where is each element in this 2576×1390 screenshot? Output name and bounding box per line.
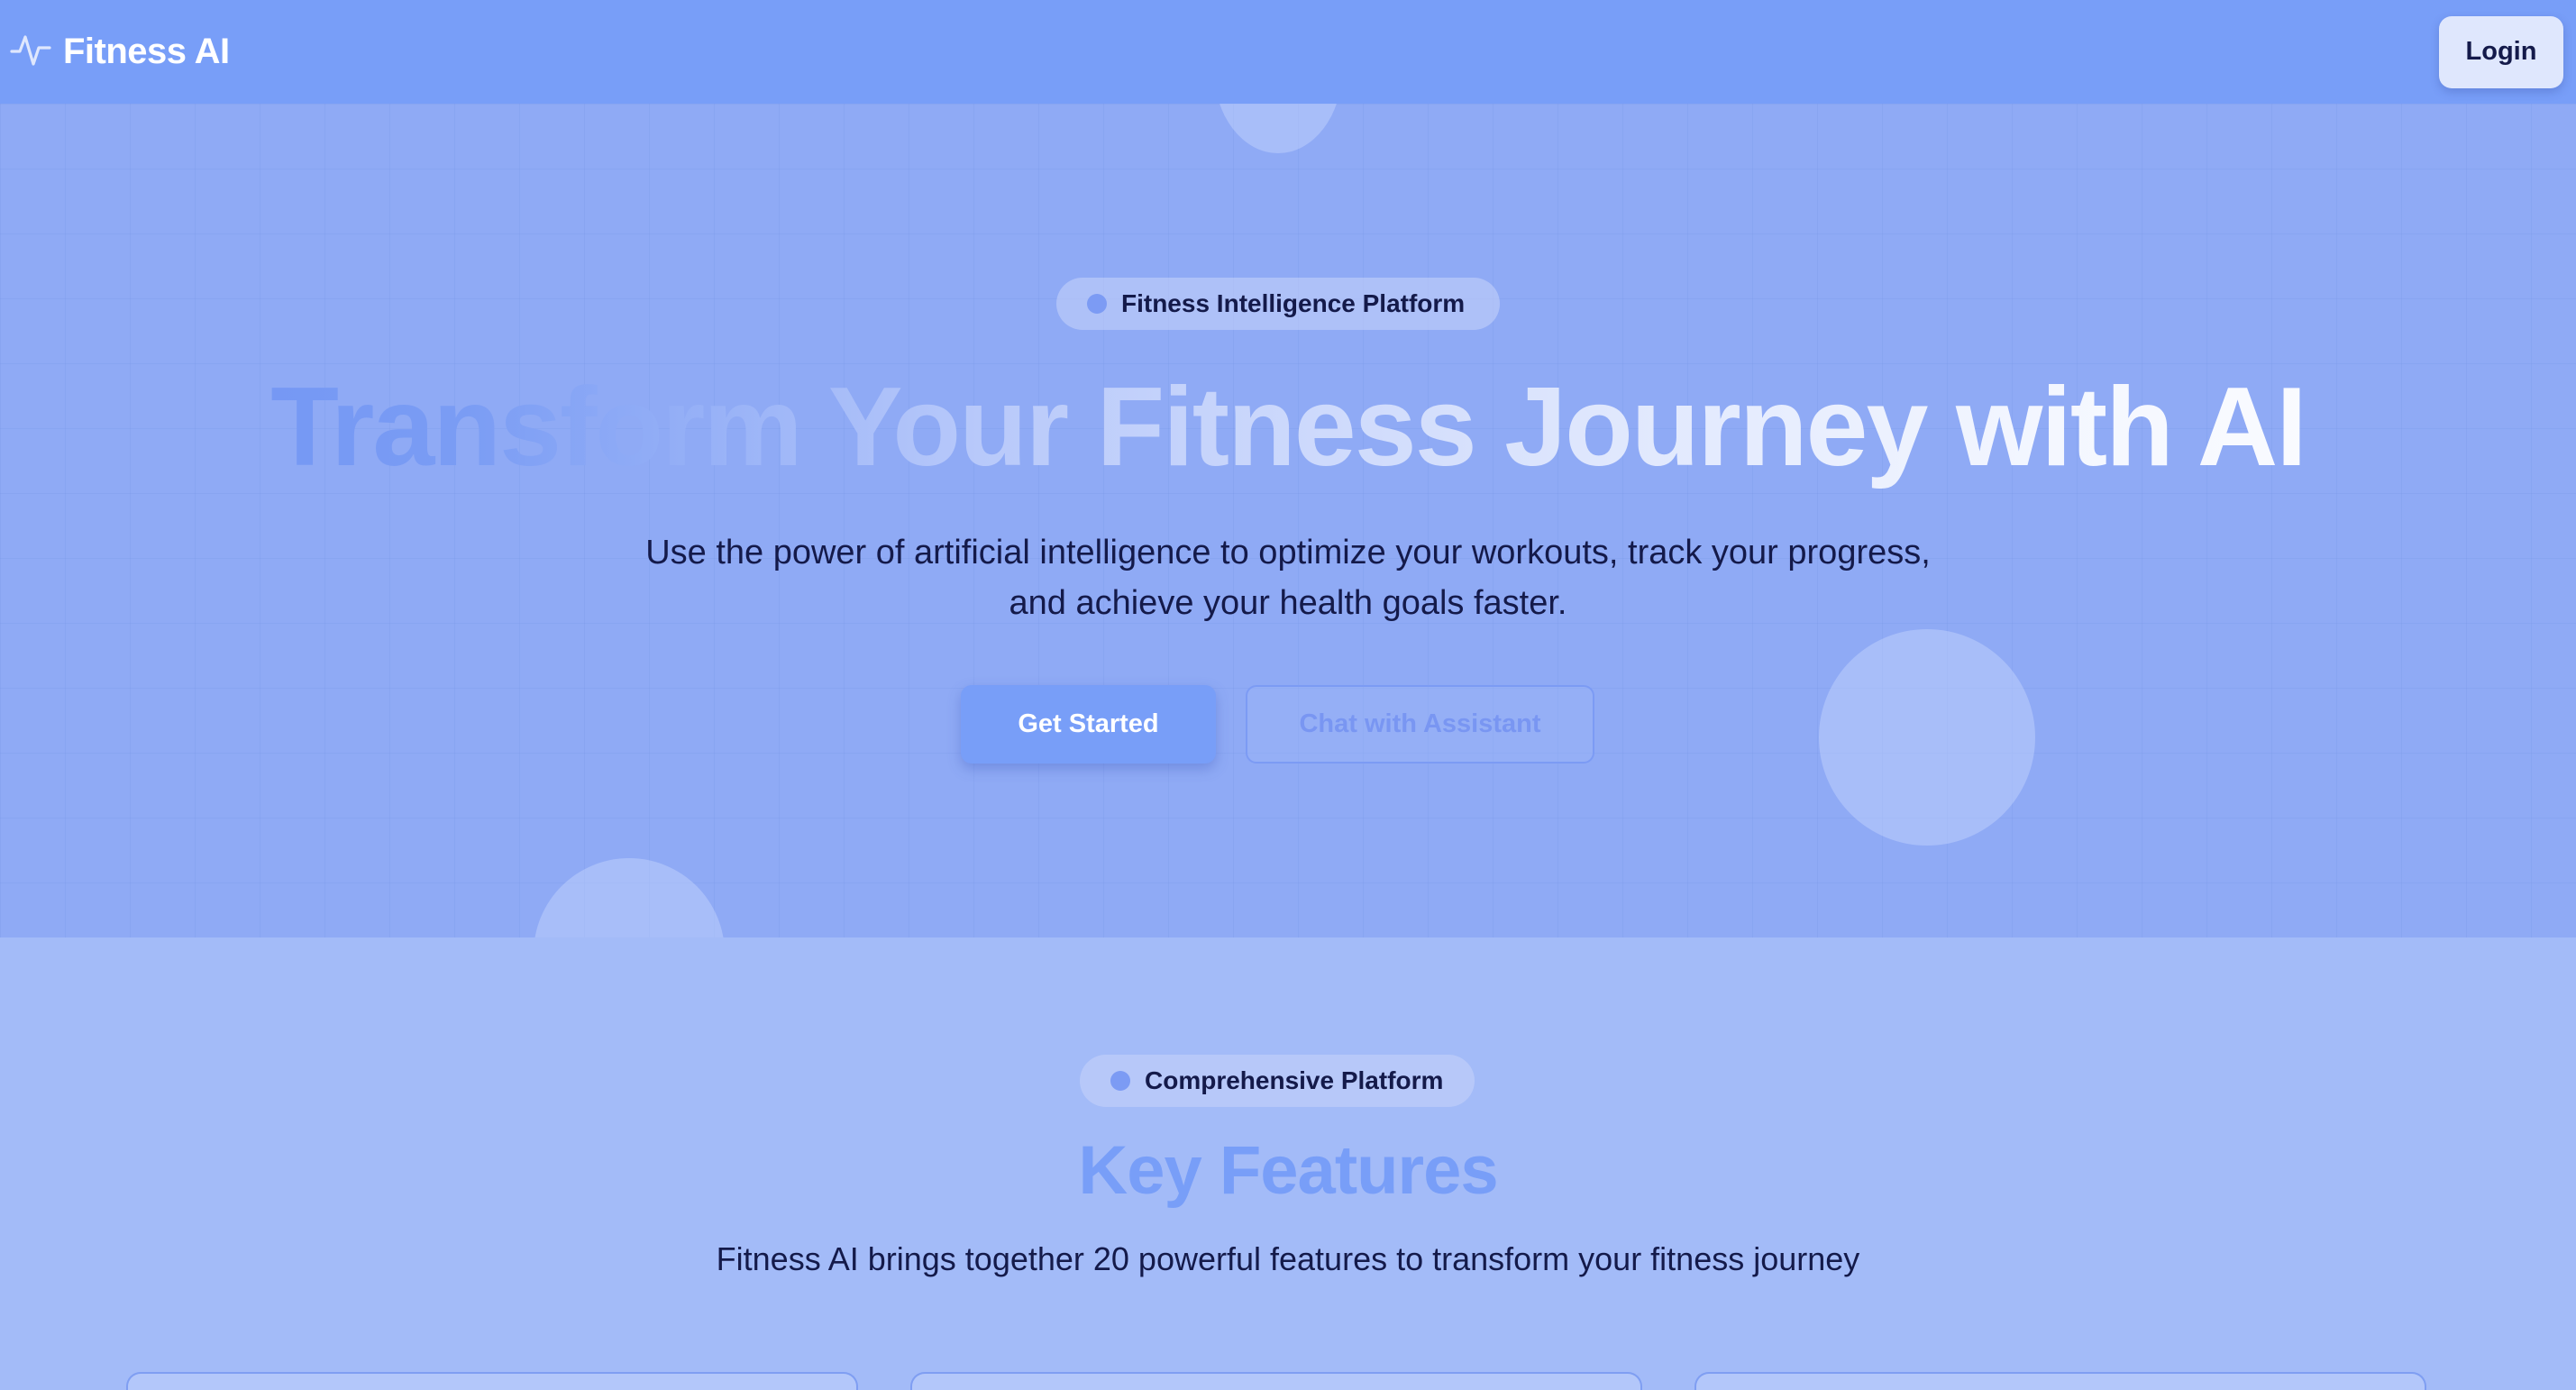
hero-badge-label: Fitness Intelligence Platform (1121, 289, 1466, 317)
hero-title: Transform Your Fitness Journey with AI (0, 363, 2576, 491)
decorative-circle (1819, 629, 2035, 846)
decorative-circle (1214, 104, 1342, 153)
hero-subtitle-line1: Use the power of artificial intelligence… (645, 534, 1931, 572)
badge-dot-icon (1110, 1071, 1130, 1091)
features-title: Key Features (1078, 1132, 1498, 1209)
features-section: Comprehensive Platform Key Features Fitn… (0, 937, 2576, 1390)
login-button[interactable]: Login (2439, 15, 2563, 88)
features-badge-label: Comprehensive Platform (1145, 1066, 1444, 1094)
chat-with-assistant-button[interactable]: Chat with Assistant (1246, 685, 1594, 764)
activity-pulse-icon (9, 28, 52, 76)
feature-card[interactable] (126, 1372, 858, 1390)
get-started-button[interactable]: Get Started (961, 685, 1216, 764)
features-badge: Comprehensive Platform (1080, 1055, 1475, 1107)
navbar: Fitness AI Login (0, 0, 2576, 104)
brand-logo-link[interactable]: Fitness AI (9, 28, 230, 76)
hero-section: Fitness Intelligence Platform Transform … (0, 104, 2576, 937)
hero-subtitle: Use the power of artificial intelligence… (477, 527, 2099, 628)
features-subtitle: Fitness AI brings together 20 powerful f… (716, 1240, 1860, 1277)
feature-card[interactable] (910, 1372, 1642, 1390)
hero-badge: Fitness Intelligence Platform (1056, 278, 1500, 330)
decorative-circle (534, 858, 725, 937)
hero-subtitle-line2: and achieve your health goals faster. (1009, 584, 1567, 622)
brand-name: Fitness AI (63, 32, 230, 71)
badge-dot-icon (1087, 294, 1107, 314)
feature-card[interactable] (1694, 1372, 2426, 1390)
